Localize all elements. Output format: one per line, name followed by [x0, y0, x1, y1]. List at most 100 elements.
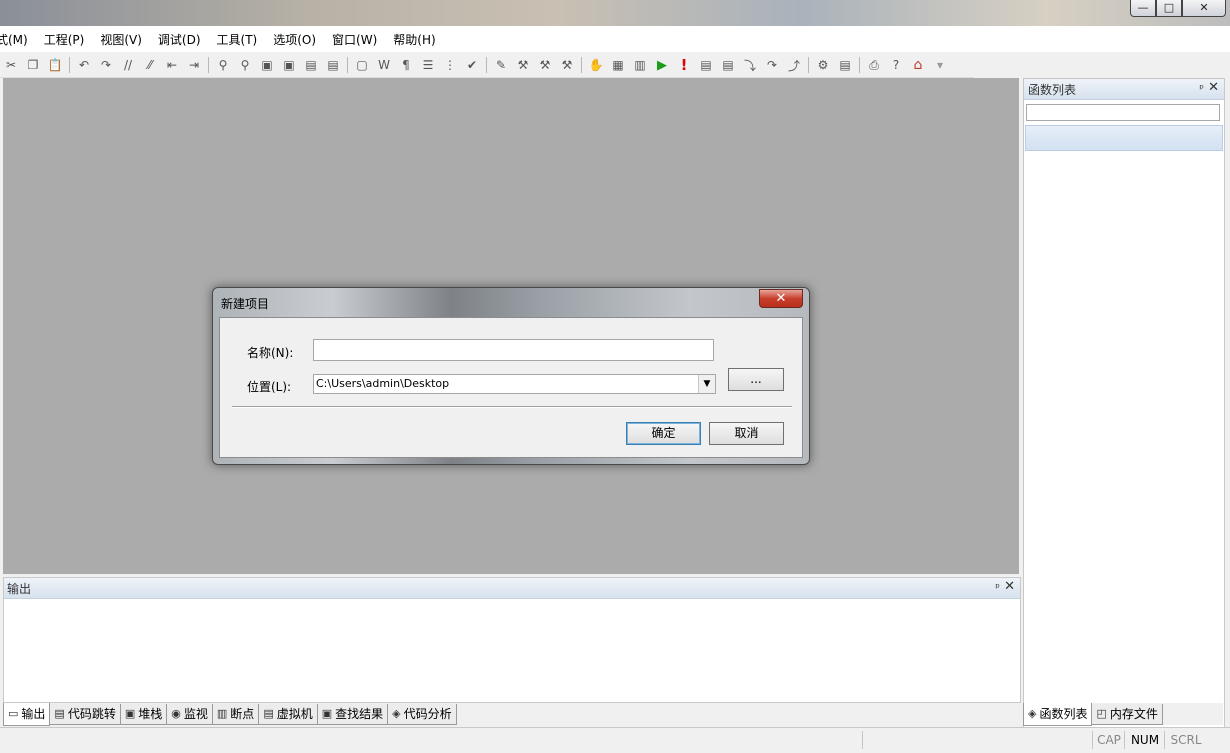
tool-icon[interactable]: ⚙ — [813, 55, 833, 75]
dialog-close-button[interactable]: ✕ — [759, 289, 803, 308]
toolbar-more-icon[interactable]: ▾ — [930, 55, 950, 75]
menu-format[interactable]: 式(M) — [0, 31, 36, 48]
status-num: NUM — [1124, 731, 1165, 749]
status-cap: CAP — [1092, 731, 1125, 749]
comment-icon[interactable]: // — [118, 55, 138, 75]
output-icon: ▭ — [8, 707, 19, 720]
pin-icon[interactable]: ᵖ — [1199, 82, 1204, 95]
bookmark-icon[interactable]: ▤ — [301, 55, 321, 75]
functions-icon: ◈ — [1028, 707, 1037, 720]
tab-breakpoint[interactable]: ▥ 断点 — [211, 703, 260, 725]
ok-button[interactable]: 确定 — [626, 422, 701, 445]
bookmark-next-icon[interactable]: ▤ — [323, 55, 343, 75]
tab-label: 堆栈 — [138, 707, 163, 721]
uncomment-icon[interactable]: ⁄⁄ — [140, 55, 160, 75]
step-icon[interactable]: ▤ — [696, 55, 716, 75]
tab-memory-file[interactable]: ◰ 内存文件 — [1091, 703, 1163, 725]
memory-file-icon: ◰ — [1096, 707, 1107, 720]
vm-icon: ▤ — [263, 707, 274, 720]
tab-label: 函数列表 — [1039, 707, 1088, 721]
project-name-input[interactable] — [313, 339, 714, 361]
menu-options[interactable]: 选项(O) — [265, 31, 324, 48]
tab-label: 查找结果 — [335, 707, 384, 721]
step-list-icon[interactable]: ▤ — [718, 55, 738, 75]
tab-label: 代码分析 — [403, 707, 452, 721]
menu-window[interactable]: 窗口(W) — [324, 31, 385, 48]
watch-icon: ◉ — [171, 707, 181, 720]
format-icon[interactable]: ☰ — [418, 55, 438, 75]
tab-function-list[interactable]: ◈ 函数列表 — [1023, 702, 1093, 726]
compile-icon[interactable]: ✎ — [491, 55, 511, 75]
help-icon[interactable]: ? — [886, 55, 906, 75]
find-in-files-icon[interactable]: ▣ — [257, 55, 277, 75]
tab-output[interactable]: ▭ 输出 — [3, 702, 51, 726]
build-icon[interactable]: ⚒ — [513, 55, 533, 75]
menu-debug[interactable]: 调试(D) — [150, 31, 209, 48]
window-controls: — □ ✕ — [1130, 0, 1226, 17]
step-over-icon[interactable]: ↷ — [762, 55, 782, 75]
dialog-title: 新建项目 — [221, 297, 270, 311]
menu-project[interactable]: 工程(P) — [36, 31, 93, 48]
tab-code-jump[interactable]: ▤ 代码跳转 — [49, 703, 121, 725]
paragraph-icon[interactable]: ¶ — [396, 55, 416, 75]
clean-icon[interactable]: ⚒ — [557, 55, 577, 75]
settings-icon[interactable]: ▤ — [835, 55, 855, 75]
paste-icon[interactable]: 📋 — [45, 55, 65, 75]
close-icon[interactable]: ✕ — [1208, 80, 1219, 95]
tab-code-analysis[interactable]: ◈ 代码分析 — [387, 703, 457, 725]
cancel-button[interactable]: 取消 — [709, 422, 784, 445]
function-list-header: 函数列表 ᵖ ✕ — [1024, 79, 1224, 100]
function-list-selected-row[interactable] — [1025, 125, 1223, 151]
outline-icon[interactable]: ⋮ — [440, 55, 460, 75]
check-icon[interactable]: ✔ — [462, 55, 482, 75]
menu-view[interactable]: 视图(V) — [92, 31, 150, 48]
find-icon[interactable]: ⚲ — [213, 55, 233, 75]
close-icon[interactable]: ✕ — [1004, 579, 1015, 594]
browse-button[interactable]: ... — [728, 368, 784, 391]
function-filter-input[interactable] — [1026, 104, 1220, 121]
word-wrap-icon[interactable]: W — [374, 55, 394, 75]
toolbar-separator — [808, 57, 809, 73]
redo-icon[interactable]: ↷ — [96, 55, 116, 75]
undo-icon[interactable]: ↶ — [74, 55, 94, 75]
chevron-down-icon[interactable]: ▼ — [698, 375, 715, 393]
find-replace-icon[interactable]: ⚲ — [235, 55, 255, 75]
location-value: C:\Users\admin\Desktop — [316, 377, 450, 390]
step-out-icon[interactable]: ⤴ — [784, 55, 804, 75]
output-panel: 输出 ᵖ ✕ — [3, 577, 1021, 703]
toolbar-separator — [208, 57, 209, 73]
status-bar: CAP NUM SCRL — [0, 727, 1230, 753]
tab-stack[interactable]: ▣ 堆栈 — [119, 703, 168, 725]
output-panel-tabs: ▭ 输出 ▤ 代码跳转 ▣ 堆栈 ◉ 监视 ▥ 断点 ▤ 虚拟机 ▣ 查找结果 ◈ 代码分析 — [3, 702, 1019, 726]
hand-icon[interactable]: ✋ — [586, 55, 606, 75]
toolbar-separator — [486, 57, 487, 73]
step-into-icon[interactable]: ⤵ — [740, 55, 760, 75]
run-icon[interactable]: ▶ — [652, 55, 672, 75]
pin-icon[interactable]: ᵖ — [995, 581, 1000, 594]
new-project-dialog: 新建项目 ✕ 名称(N): 位置(L): C:\Users\admin\Desk… — [212, 287, 810, 465]
tab-watch[interactable]: ◉ 监视 — [166, 703, 213, 725]
print-icon[interactable]: ⎙ — [864, 55, 884, 75]
outdent-icon[interactable]: ⇥ — [184, 55, 204, 75]
location-combobox[interactable]: C:\Users\admin\Desktop ▼ — [313, 374, 716, 394]
indent-icon[interactable]: ⇤ — [162, 55, 182, 75]
minimize-button[interactable]: — — [1130, 0, 1156, 17]
list-icon[interactable]: ▥ — [630, 55, 650, 75]
window-icon[interactable]: ▢ — [352, 55, 372, 75]
tab-label: 监视 — [183, 707, 208, 721]
copy-icon[interactable]: ❐ — [23, 55, 43, 75]
replace-in-files-icon[interactable]: ▣ — [279, 55, 299, 75]
tab-find-results[interactable]: ▣ 查找结果 — [316, 703, 389, 725]
home-icon[interactable]: ⌂ — [908, 55, 928, 75]
function-list-title: 函数列表 — [1028, 82, 1077, 97]
dialog-divider — [232, 406, 792, 408]
cut-icon[interactable]: ✂ — [1, 55, 21, 75]
menu-tools[interactable]: 工具(T) — [209, 31, 266, 48]
maximize-button[interactable]: □ — [1156, 0, 1182, 17]
close-button[interactable]: ✕ — [1182, 0, 1226, 17]
calendar-icon[interactable]: ▦ — [608, 55, 628, 75]
tab-vm[interactable]: ▤ 虚拟机 — [258, 703, 318, 725]
menu-help[interactable]: 帮助(H) — [385, 31, 443, 48]
stop-icon[interactable]: ! — [674, 55, 694, 75]
rebuild-icon[interactable]: ⚒ — [535, 55, 555, 75]
